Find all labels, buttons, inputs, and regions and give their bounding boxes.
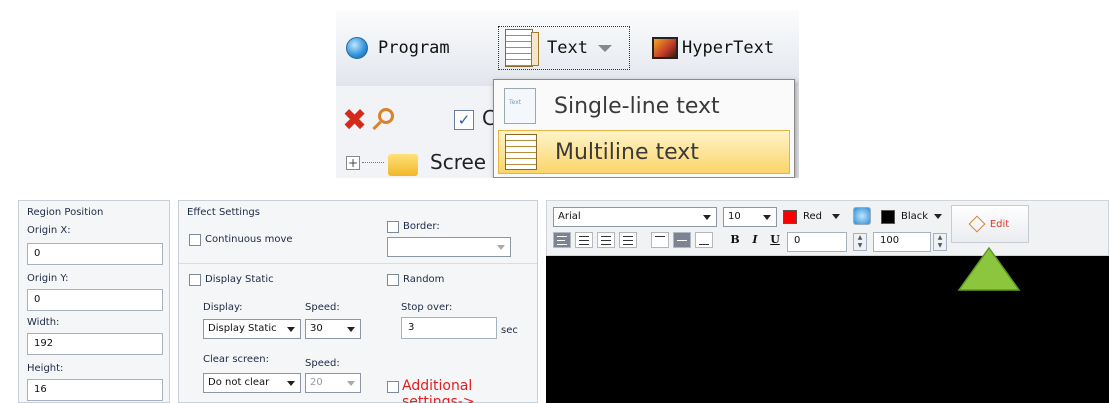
speed2-label: Speed:: [305, 358, 340, 369]
italic-button[interactable]: I: [745, 232, 765, 250]
align-center-icon[interactable]: [575, 232, 593, 248]
clear-speed-value: 20: [310, 377, 323, 388]
font-size-value: 10: [728, 211, 741, 222]
search-icon[interactable]: [372, 108, 396, 134]
continuous-move-label: Continuous move: [205, 234, 293, 245]
origin-y-input[interactable]: 0: [27, 289, 163, 311]
valign-top-icon[interactable]: [651, 232, 669, 248]
menu-item-single-line-text[interactable]: Single-line text: [498, 84, 790, 128]
text-label: Text: [547, 38, 588, 58]
continuous-move-checkbox[interactable]: [189, 234, 201, 246]
height-label: Height:: [27, 363, 64, 374]
random-checkbox[interactable]: [387, 274, 399, 286]
effect-settings-title: Effect Settings: [187, 207, 260, 218]
underline-button[interactable]: U: [765, 232, 785, 250]
clear-speed-select[interactable]: 20: [305, 373, 361, 393]
text-color-swatch: [783, 210, 797, 224]
text-color-dropdown[interactable]: [825, 207, 845, 227]
width-label: Width:: [27, 317, 60, 328]
justify-icon[interactable]: [619, 232, 637, 248]
text-dropdown-button[interactable]: Text: [498, 26, 630, 70]
clear-screen-value: Do not clear: [208, 377, 270, 388]
speed-value: 30: [310, 323, 323, 334]
tree-connector: [362, 162, 384, 163]
sec-label: sec: [501, 325, 518, 336]
hypertext-image-icon: [652, 37, 678, 59]
region-position-title: Region Position: [27, 207, 104, 218]
menu-item-multiline-text[interactable]: Multiline text: [498, 130, 790, 174]
width-input[interactable]: 192: [27, 333, 163, 355]
edit-label: Edit: [989, 218, 1010, 230]
additional-settings-checkbox[interactable]: [387, 381, 399, 393]
text-document-icon: [505, 29, 539, 67]
program-globe-icon: [346, 37, 368, 59]
menu-item-label: Multiline text: [555, 139, 699, 165]
height-input[interactable]: 16: [27, 379, 163, 401]
program-label: Program: [378, 38, 450, 58]
valign-middle-icon[interactable]: [673, 232, 691, 248]
clear-screen-label: Clear screen:: [203, 354, 269, 365]
speed-select[interactable]: 30: [305, 319, 361, 339]
menu-item-label: Single-line text: [554, 93, 720, 119]
display-mode-value: Display Static: [208, 323, 277, 334]
divider: [179, 263, 537, 264]
text-type-menu: Single-line text Multiline text: [493, 79, 795, 178]
origin-y-label: Origin Y:: [27, 273, 69, 284]
text-editor: Arial 10 Red Black B I U 0 ▲ ▼ 100 ▲ ▼ Edi…: [546, 200, 1109, 403]
hypertext-label: HyperText: [682, 38, 775, 58]
display-label: Display:: [203, 302, 243, 313]
bg-color-dropdown[interactable]: [927, 207, 947, 227]
edit-button[interactable]: Edit: [951, 205, 1029, 243]
spacing-stepper[interactable]: ▲ ▼: [853, 233, 867, 251]
align-right-icon[interactable]: [597, 232, 615, 248]
scale-input[interactable]: 100: [873, 232, 931, 252]
spacing-input[interactable]: 0: [787, 232, 847, 252]
clear-screen-select[interactable]: Do not clear: [203, 373, 301, 393]
program-button[interactable]: Program: [346, 26, 450, 70]
chevron-down-icon: [597, 44, 612, 52]
single-line-text-icon: [504, 88, 536, 124]
main-toolbar: Program Text HyperText: [336, 10, 799, 86]
hypertext-button[interactable]: HyperText: [652, 26, 774, 70]
multiline-text-icon: [505, 134, 537, 170]
text-color-label: Red: [803, 211, 822, 222]
border-select[interactable]: [387, 237, 511, 257]
bg-color-swatch: [881, 210, 895, 224]
effect-settings-group: Effect Settings Continuous move Border: …: [178, 200, 538, 403]
edit-diamond-icon: [968, 215, 986, 233]
editor-toolbar: Arial 10 Red Black B I U 0 ▲ ▼ 100 ▲ ▼ Edi…: [546, 200, 1109, 256]
origin-x-input[interactable]: 0: [27, 243, 163, 265]
align-left-icon[interactable]: [553, 232, 571, 248]
display-mode-select[interactable]: Display Static: [203, 319, 301, 339]
bold-button[interactable]: B: [725, 232, 745, 250]
pointer-arrow-icon: [957, 246, 1021, 291]
font-select[interactable]: Arial: [553, 207, 717, 227]
stop-over-label: Stop over:: [401, 302, 453, 313]
valign-bottom-icon[interactable]: [695, 232, 713, 248]
stop-over-input[interactable]: 3: [401, 317, 497, 339]
delete-icon[interactable]: ✖: [342, 106, 367, 136]
speed-label: Speed:: [305, 302, 340, 313]
origin-x-label: Origin X:: [27, 225, 71, 236]
tree-item-screen[interactable]: Scree: [430, 150, 486, 174]
border-checkbox[interactable]: [387, 221, 399, 233]
region-position-group: Region Position Origin X: 0 Origin Y: 0 …: [18, 200, 170, 403]
bg-color-label: Black: [901, 211, 929, 222]
font-value: Arial: [558, 211, 581, 222]
random-label: Random: [403, 274, 445, 285]
zoomed-toolbar-panel: Program Text HyperText ✖ ✓ C + Scree Sin…: [336, 10, 799, 178]
checkbox-checked[interactable]: ✓: [454, 110, 474, 130]
tree-expand-icon[interactable]: +: [346, 156, 360, 170]
additional-settings-link[interactable]: Additional settings->: [402, 378, 537, 403]
scale-stepper[interactable]: ▲ ▼: [933, 233, 947, 251]
screen-folder-icon: [388, 154, 418, 176]
font-size-select[interactable]: 10: [723, 207, 777, 227]
display-static-label: Display Static: [205, 274, 274, 285]
display-static-checkbox[interactable]: [189, 274, 201, 286]
color-picker-icon[interactable]: [853, 207, 871, 225]
border-label: Border:: [403, 221, 440, 232]
